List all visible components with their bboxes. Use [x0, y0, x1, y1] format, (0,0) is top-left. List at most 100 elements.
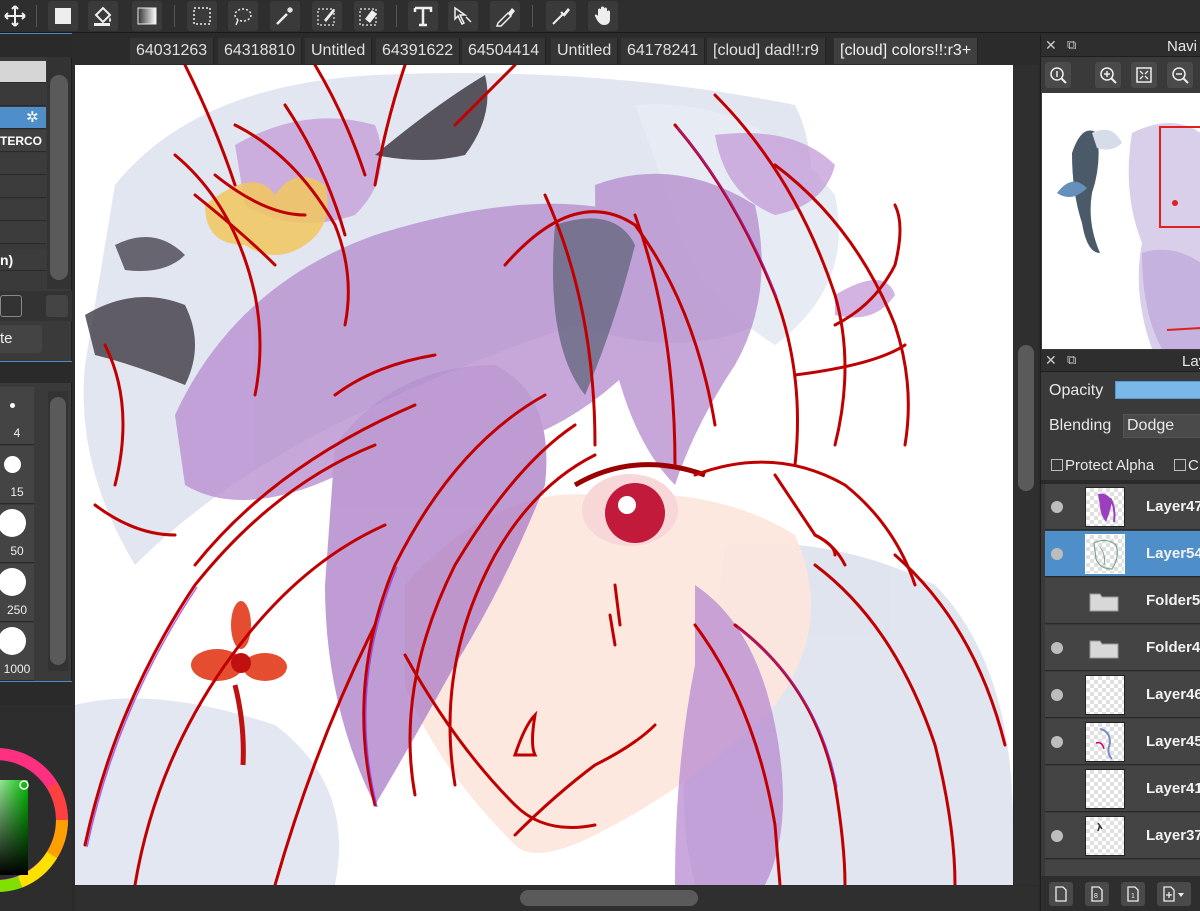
tab-document[interactable]: Untitled: [305, 38, 373, 64]
scrollbar-thumb[interactable]: [50, 397, 66, 665]
brush-size-scrollbar[interactable]: [48, 391, 68, 671]
brush-list-scrollbar[interactable]: [47, 57, 71, 289]
brush-size-1000[interactable]: 1000: [0, 623, 34, 681]
tab-document[interactable]: Untitled: [551, 38, 619, 64]
color-wheel[interactable]: [0, 705, 72, 911]
brush-size-4[interactable]: 4: [0, 387, 34, 445]
close-icon[interactable]: ✕: [1045, 352, 1057, 369]
opacity-slider[interactable]: [1115, 381, 1200, 399]
layer-row[interactable]: Layer41: [1045, 766, 1200, 812]
brush-list-item[interactable]: [0, 199, 46, 221]
layer-row[interactable]: Layer45: [1045, 719, 1200, 765]
brush-size-50[interactable]: 50: [0, 505, 34, 563]
tab-document[interactable]: 64391622: [376, 38, 461, 64]
navigator-preview[interactable]: [1042, 93, 1200, 349]
document-tabs: 64031263 64318810 Untitled 64391622 6450…: [72, 36, 1038, 64]
select-pen-icon[interactable]: [312, 1, 342, 31]
svg-text:1: 1: [1131, 893, 1135, 900]
add-layer-menu-icon[interactable]: [1157, 882, 1191, 906]
toolbar-separator: [396, 5, 397, 27]
tab-document-active[interactable]: [cloud] colors!!:r3+: [834, 38, 979, 64]
clipping-checkbox[interactable]: C: [1174, 457, 1199, 474]
transform-icon[interactable]: [448, 1, 478, 31]
layer-row[interactable]: Layer46: [1045, 672, 1200, 718]
gear-icon[interactable]: ✲: [26, 107, 39, 128]
layers-title: Lay: [1182, 353, 1200, 370]
layer-row-selected[interactable]: Layer54: [1045, 531, 1200, 577]
tab-document[interactable]: [cloud] dad!!:r9: [707, 38, 826, 64]
zoom-in-icon[interactable]: [1095, 62, 1121, 88]
brush-size-15[interactable]: 15: [0, 446, 34, 504]
layer-thumbnail: [1085, 487, 1125, 527]
tab-document[interactable]: 64318810: [218, 38, 303, 64]
visibility-icon[interactable]: [1051, 548, 1063, 560]
toolbar-separator: [174, 5, 175, 27]
new-layer-8bit-icon[interactable]: 8: [1085, 882, 1109, 906]
popout-icon[interactable]: ⧉: [1067, 37, 1076, 53]
layer-row[interactable]: Layer47: [1045, 484, 1200, 530]
visibility-icon[interactable]: [1051, 736, 1063, 748]
checkbox-box[interactable]: [1174, 459, 1186, 471]
layer-thumbnail: [1085, 722, 1125, 762]
text-icon[interactable]: [408, 1, 438, 31]
brush-list-item[interactable]: [0, 61, 46, 83]
popout-icon[interactable]: ⧉: [1067, 352, 1076, 368]
checkbox-box[interactable]: [1051, 459, 1063, 471]
brush-list-item[interactable]: [0, 84, 46, 106]
layer-row[interactable]: Layer37: [1045, 813, 1200, 859]
new-layer-1bit-icon[interactable]: 1: [1121, 882, 1145, 906]
eyedropper2-icon[interactable]: [546, 1, 576, 31]
visibility-icon[interactable]: [1051, 830, 1063, 842]
protect-alpha-checkbox[interactable]: Protect Alpha: [1051, 457, 1154, 474]
tab-document[interactable]: 64178241: [621, 38, 706, 64]
palette-button[interactable]: te: [0, 325, 42, 353]
fit-screen-icon[interactable]: [1131, 62, 1157, 88]
eyedropper-icon[interactable]: [490, 1, 520, 31]
gradient-icon[interactable]: [132, 1, 162, 31]
lasso-select-icon[interactable]: [228, 1, 258, 31]
copy-brush-icon[interactable]: [0, 295, 22, 317]
layer-row-folder[interactable]: Folder4: [1045, 625, 1200, 671]
visibility-icon[interactable]: [1051, 642, 1063, 654]
close-icon[interactable]: ✕: [1045, 37, 1057, 54]
magic-wand-icon[interactable]: [270, 1, 300, 31]
tab-document[interactable]: 64031263: [130, 38, 215, 64]
layers-panel: ✕ ⧉ Lay Opacity Blending Dodge Protect A…: [1040, 350, 1200, 911]
rectangle-fill-icon[interactable]: [48, 1, 78, 31]
folder-icon: [1089, 640, 1119, 659]
tab-document[interactable]: 64504414: [462, 38, 547, 64]
layer-row-folder[interactable]: Folder5: [1045, 578, 1200, 624]
rect-select-icon[interactable]: [187, 1, 217, 31]
layer-thumbnail: [1085, 534, 1125, 574]
canvas-horizontal-scrollbar[interactable]: [75, 886, 1038, 911]
scrollbar-thumb[interactable]: [50, 75, 68, 280]
hand-icon[interactable]: [588, 1, 618, 31]
brush-list-item[interactable]: TERCO: [0, 130, 46, 152]
new-layer-icon[interactable]: [1049, 882, 1073, 906]
drawing-canvas[interactable]: [75, 65, 1013, 885]
color-panel-header: [0, 681, 72, 705]
opacity-label: Opacity: [1049, 382, 1104, 399]
brush-list-item[interactable]: [0, 176, 46, 198]
visibility-icon[interactable]: [1051, 501, 1063, 513]
scrollbar-thumb[interactable]: [1018, 345, 1034, 491]
layer-thumbnail: [1085, 675, 1125, 715]
visibility-icon[interactable]: [1051, 689, 1063, 701]
bucket-fill-icon[interactable]: [88, 1, 118, 31]
layer-row-partial[interactable]: [1045, 860, 1200, 876]
blending-select[interactable]: Dodge: [1123, 414, 1200, 438]
layer-thumbnail: [1085, 816, 1125, 856]
brush-size-250[interactable]: 250: [0, 564, 34, 622]
select-eraser-icon[interactable]: [354, 1, 384, 31]
brush-option-icon[interactable]: [46, 295, 68, 317]
zoom-out-icon[interactable]: [1167, 62, 1193, 88]
brush-list-item[interactable]: n): [0, 249, 46, 271]
brush-list-item[interactable]: [0, 153, 46, 175]
canvas-vertical-scrollbar[interactable]: [1014, 65, 1038, 885]
brush-list-item[interactable]: [0, 222, 46, 244]
zoom-actual-icon[interactable]: [1045, 62, 1071, 88]
move-icon[interactable]: [0, 1, 30, 31]
scrollbar-thumb[interactable]: [520, 890, 698, 906]
navigator-panel: ✕ ⧉ Navi: [1040, 35, 1200, 350]
brush-list-item-selected[interactable]: ✲: [0, 107, 46, 129]
